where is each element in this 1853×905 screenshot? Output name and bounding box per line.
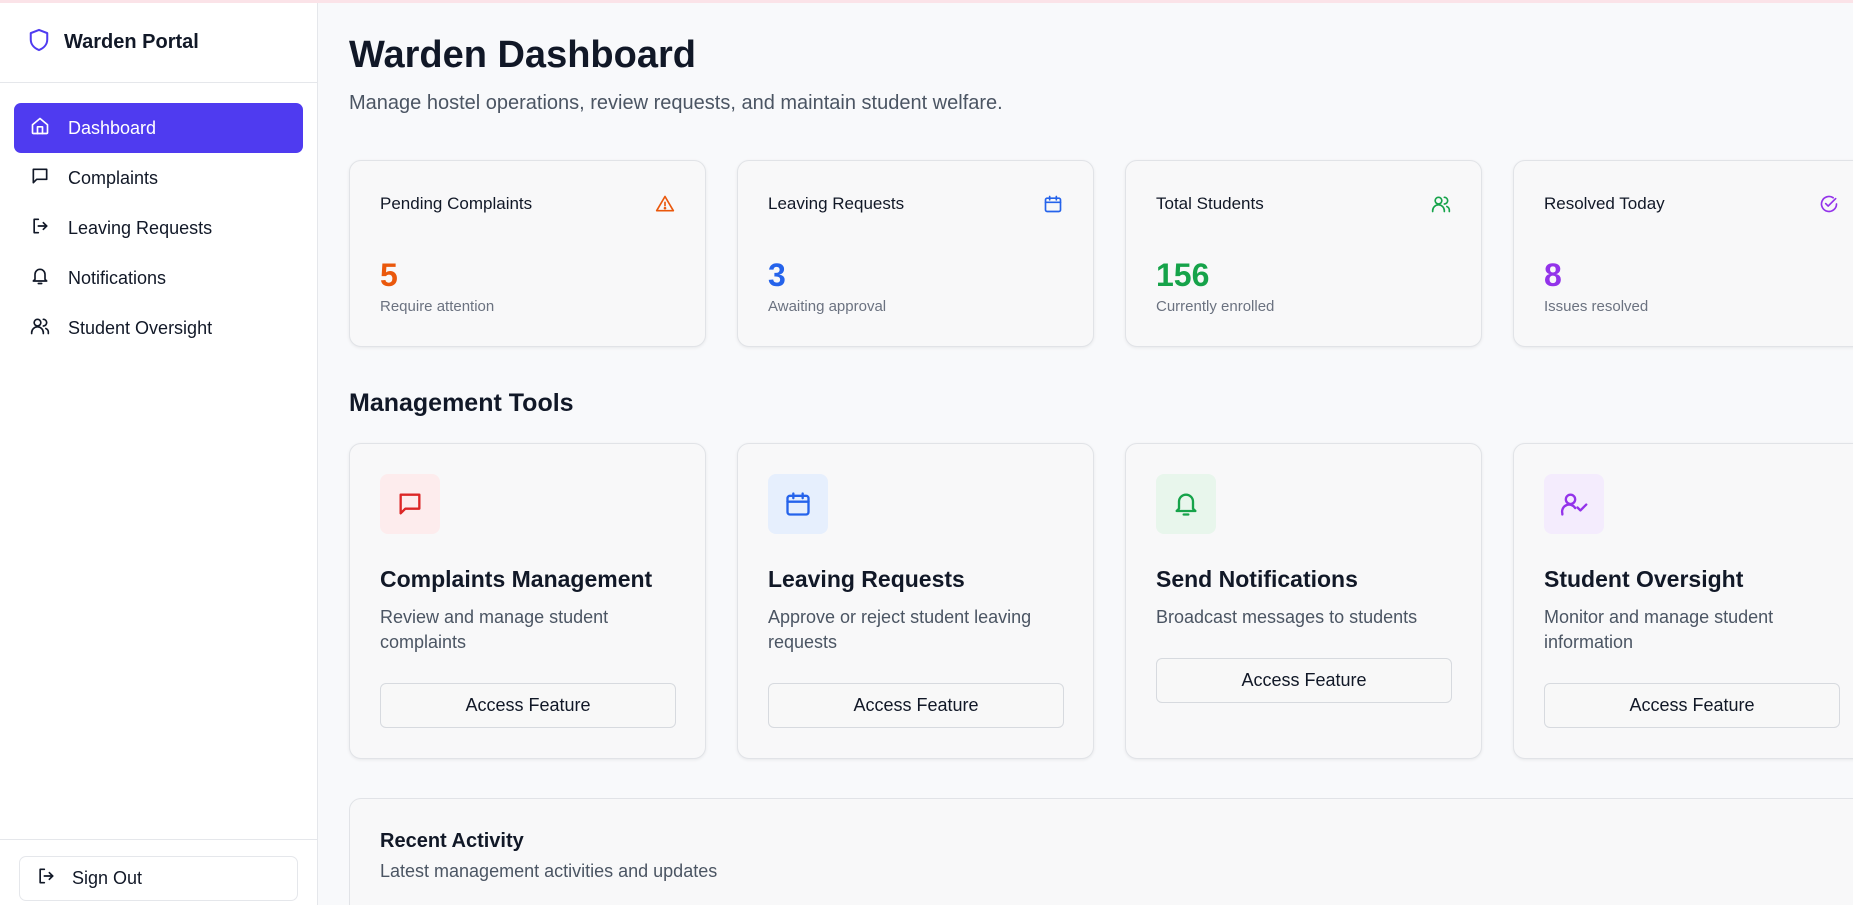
- sign-out-button[interactable]: Sign Out: [19, 856, 298, 901]
- stat-label: Total Students: [1156, 194, 1264, 213]
- tool-title: Send Notifications: [1156, 566, 1358, 592]
- tool-description: Monitor and manage student information: [1544, 607, 1774, 652]
- stat-label: Leaving Requests: [768, 194, 905, 213]
- page-subtitle: Manage hostel operations, review request…: [349, 92, 1003, 114]
- tool-title: Student Oversight: [1544, 566, 1744, 592]
- sidebar-item-label: Student Oversight: [68, 317, 213, 338]
- users-icon: [30, 316, 50, 341]
- calendar-icon: [1043, 194, 1063, 219]
- message-square-icon: [380, 474, 440, 534]
- log-out-icon: [36, 866, 56, 891]
- recent-activity-card: Recent Activity Latest management activi…: [349, 798, 1853, 905]
- tool-description: Review and manage student complaints: [380, 607, 609, 652]
- sidebar-item-label: Complaints: [68, 167, 159, 188]
- stat-value: 5: [380, 257, 398, 293]
- access-feature-button[interactable]: Access Feature: [768, 683, 1064, 728]
- users-icon: [1431, 194, 1451, 219]
- alert-triangle-icon: [655, 194, 675, 219]
- top-accent-line: [0, 0, 1853, 3]
- sidebar-item-student-oversight[interactable]: Student Oversight: [14, 303, 303, 353]
- recent-activity-subtitle: Latest management activities and updates: [380, 861, 718, 881]
- tool-title: Leaving Requests: [768, 566, 965, 592]
- bell-icon: [1156, 474, 1216, 534]
- bell-icon: [30, 266, 50, 291]
- sidebar-nav: Dashboard Complaints Leaving Requests No…: [0, 83, 317, 373]
- tool-description: Approve or reject student leaving reques…: [768, 607, 1032, 652]
- stat-label: Pending Complaints: [380, 194, 533, 213]
- user-check-icon: [1544, 474, 1604, 534]
- stat-value: 8: [1544, 257, 1562, 293]
- recent-activity-title: Recent Activity: [380, 830, 524, 852]
- sidebar-item-notifications[interactable]: Notifications: [14, 253, 303, 303]
- app-title: Warden Portal: [64, 31, 199, 53]
- log-out-icon: [30, 216, 50, 241]
- stat-card-pending-complaints: Pending Complaints 5 Require attention: [349, 160, 706, 347]
- brand: Warden Portal: [0, 3, 317, 83]
- tool-card-complaints-management: Complaints Management Review and manage …: [349, 443, 706, 759]
- main-content: Warden Dashboard Manage hostel operation…: [318, 3, 1853, 905]
- sidebar: Warden Portal Dashboard Complaints Leavi…: [0, 3, 318, 905]
- home-icon: [30, 116, 50, 141]
- sidebar-item-label: Dashboard: [68, 117, 157, 138]
- stat-card-total-students: Total Students 156 Currently enrolled: [1125, 160, 1482, 347]
- stat-value: 156: [1156, 257, 1210, 293]
- message-square-icon: [30, 166, 50, 191]
- shield-icon: [28, 27, 50, 58]
- stat-caption: Issues resolved: [1544, 298, 1649, 315]
- sidebar-item-dashboard[interactable]: Dashboard: [14, 103, 303, 153]
- section-title-management-tools: Management Tools: [349, 389, 574, 417]
- sidebar-item-label: Notifications: [68, 267, 167, 288]
- tool-description: Broadcast messages to students: [1156, 607, 1418, 627]
- stat-caption: Require attention: [380, 298, 495, 315]
- stat-caption: Awaiting approval: [768, 298, 887, 315]
- stat-card-leaving-requests: Leaving Requests 3 Awaiting approval: [737, 160, 1094, 347]
- page-title: Warden Dashboard: [349, 34, 696, 76]
- stat-caption: Currently enrolled: [1156, 298, 1275, 315]
- calendar-icon: [768, 474, 828, 534]
- sidebar-footer: Sign Out: [0, 839, 318, 905]
- stat-label: Resolved Today: [1544, 194, 1665, 213]
- stat-value: 3: [768, 257, 786, 293]
- tool-title: Complaints Management: [380, 566, 653, 592]
- tool-card-send-notifications: Send Notifications Broadcast messages to…: [1125, 443, 1482, 759]
- stat-card-resolved-today: Resolved Today 8 Issues resolved: [1513, 160, 1853, 347]
- sidebar-item-label: Leaving Requests: [68, 217, 213, 238]
- tool-card-leaving-requests: Leaving Requests Approve or reject stude…: [737, 443, 1094, 759]
- tool-card-student-oversight: Student Oversight Monitor and manage stu…: [1513, 443, 1853, 759]
- access-feature-button[interactable]: Access Feature: [1544, 683, 1840, 728]
- access-feature-button[interactable]: Access Feature: [1156, 658, 1452, 703]
- sidebar-item-leaving-requests[interactable]: Leaving Requests: [14, 203, 303, 253]
- sidebar-item-complaints[interactable]: Complaints: [14, 153, 303, 203]
- check-circle-icon: [1819, 194, 1839, 219]
- sign-out-label: Sign Out: [72, 868, 143, 888]
- access-feature-button[interactable]: Access Feature: [380, 683, 676, 728]
